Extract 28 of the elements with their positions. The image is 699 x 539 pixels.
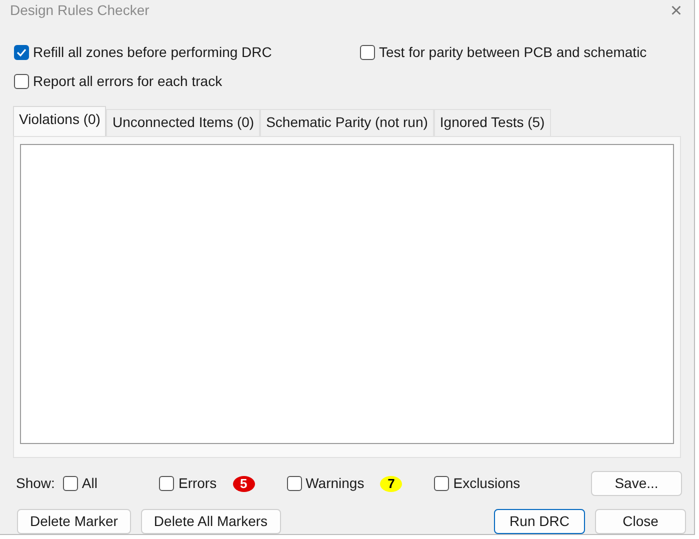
checkbox[interactable] bbox=[434, 476, 450, 491]
save-button[interactable]: Save... bbox=[591, 471, 682, 496]
checkbox[interactable] bbox=[14, 74, 29, 89]
button[interactable]: Delete Marker bbox=[17, 509, 131, 534]
checkbox-label[interactable]: All bbox=[82, 473, 98, 494]
checkbox-label[interactable]: Errors bbox=[178, 473, 217, 494]
checkbox-label[interactable]: Test for parity between PCB and schematic bbox=[379, 42, 647, 63]
count-badge: 7 bbox=[380, 476, 402, 492]
close-button[interactable]: × bbox=[668, 0, 684, 21]
checkbox-label[interactable]: Report all errors for each track bbox=[33, 70, 222, 92]
window-title: Design Rules Checker bbox=[10, 1, 150, 20]
button[interactable]: Close bbox=[595, 509, 686, 534]
checkbox[interactable] bbox=[360, 44, 375, 60]
count-badge: 5 bbox=[232, 476, 255, 492]
tab[interactable]: Unconnected Items (0) bbox=[106, 108, 260, 136]
tab[interactable]: Schematic Parity (not run) bbox=[260, 108, 434, 136]
checkbox-label[interactable]: Refill all zones before performing DRC bbox=[33, 42, 272, 63]
tab[interactable]: Ignored Tests (5) bbox=[434, 108, 551, 136]
checkbox-label[interactable]: Warnings bbox=[306, 473, 364, 494]
tab[interactable]: Violations (0) bbox=[13, 106, 106, 136]
checkbox-label[interactable]: Exclusions bbox=[453, 473, 520, 494]
checkbox[interactable] bbox=[62, 476, 78, 491]
checkbox[interactable] bbox=[14, 44, 29, 60]
show-label: Show: bbox=[16, 474, 55, 493]
button[interactable]: Delete All Markers bbox=[140, 509, 281, 534]
checkbox[interactable] bbox=[286, 476, 302, 491]
checkbox[interactable] bbox=[159, 476, 174, 491]
button[interactable]: Run DRC bbox=[494, 509, 585, 534]
